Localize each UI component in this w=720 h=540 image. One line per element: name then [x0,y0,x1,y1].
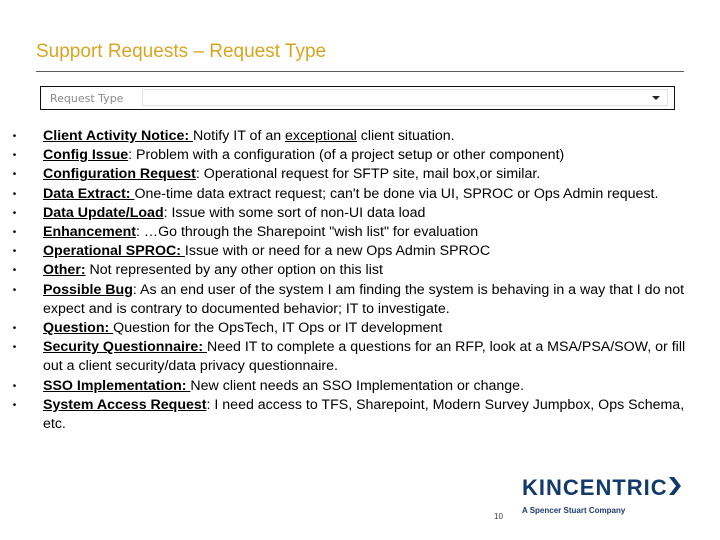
request-type-description: : Operational request for SFTP site, mai… [195,166,541,183]
request-type-description: exceptional [285,128,357,144]
bullet-icon: • [12,169,17,181]
bullet-icon: • [12,246,17,258]
kincentric-logo: KINCENTRIC A Spencer Stuart Company [522,476,681,515]
request-type-description: : Problem with a configuration (of a pro… [128,147,565,164]
logo-wordmark: KINCENTRIC [522,475,668,500]
request-type-field: Request Type [40,86,675,110]
request-type-term: Configuration Request [43,166,196,183]
list-item: • Operational SPROC: Issue with or need f… [13,242,704,261]
bullet-icon: • [12,131,17,142]
request-type-description: Issue with or need for a new Ops Admin S… [184,243,491,260]
request-type-term: Data Update/Load [43,204,164,221]
request-type-label: Request Type [50,92,124,105]
list-item: • Data Update/Load: Issue with some sort … [13,204,704,223]
request-type-description: Notify IT of an [193,128,286,144]
request-type-term: System Access Request [43,396,207,413]
request-type-term: Other: [43,262,86,279]
slide-title: Support Requests – Request Type [36,41,327,62]
request-type-term: Operational SPROC: [43,243,185,260]
bullet-icon: • [12,342,17,354]
chevron-right-icon [668,476,681,500]
request-type-term: Question: [43,320,114,337]
request-type-term: Possible Bug [43,281,133,298]
request-type-dropdown[interactable] [142,89,668,106]
list-item: • Data Extract: One-time data extract req… [13,185,704,204]
bullet-icon: • [12,188,17,200]
caret-down-icon[interactable] [652,96,660,100]
request-type-term: Security Questionnaire: [43,339,207,356]
request-type-list: • Client Activity Notice: Notify IT of an… [13,127,704,434]
request-type-description: One-time data extract request; can't be … [134,185,659,202]
bullet-icon: • [12,265,17,277]
bullet-icon: • [12,150,17,162]
page-number: 10 [494,512,503,521]
list-item: • Config Issue: Problem with a configurat… [13,146,704,165]
request-type-description: : As an end user of the system I am find… [43,281,685,317]
bullet-icon: • [12,207,17,219]
request-type-term: Enhancement [43,224,137,241]
list-item: • Client Activity Notice: Notify IT of an… [13,127,704,146]
list-item: • Possible Bug: As an end user of the sys… [13,281,704,319]
request-type-term: Data Extract: [43,185,135,202]
bullet-icon: • [12,323,17,335]
request-type-description: : Issue with some sort of non-UI data lo… [163,204,426,221]
request-type-term: Client Activity Notice: [43,128,194,144]
bullet-icon: • [12,284,17,296]
list-item: • Question: Question for the OpsTech, IT … [13,319,704,338]
title-divider [36,71,684,72]
request-type-description: client situation. [356,128,455,144]
bullet-icon: • [12,380,17,392]
request-type-term: Config Issue [43,147,129,164]
list-item: • Security Questionnaire: Need IT to comp… [13,338,704,376]
request-type-description: Not represented by any other option on t… [85,262,383,279]
request-type-description: New client needs an SSO Implementation o… [190,377,525,394]
list-item: • Configuration Request: Operational requ… [13,165,704,184]
logo-tagline: A Spencer Stuart Company [522,506,626,515]
list-item: • System Access Request: I need access to… [13,396,704,434]
request-type-description: Question for the OpsTech, IT Ops or IT d… [113,320,443,337]
bullet-icon: • [12,227,17,239]
list-item: • SSO Implementation: New client needs an… [13,377,704,396]
request-type-term: SSO Implementation: [43,377,191,394]
request-type-description: : …Go through the Sharepoint "wish list"… [136,224,479,241]
list-item: • Enhancement: …Go through the Sharepoint… [13,223,704,242]
list-item: • Other: Not represented by any other opt… [13,261,704,280]
bullet-icon: • [12,399,17,411]
